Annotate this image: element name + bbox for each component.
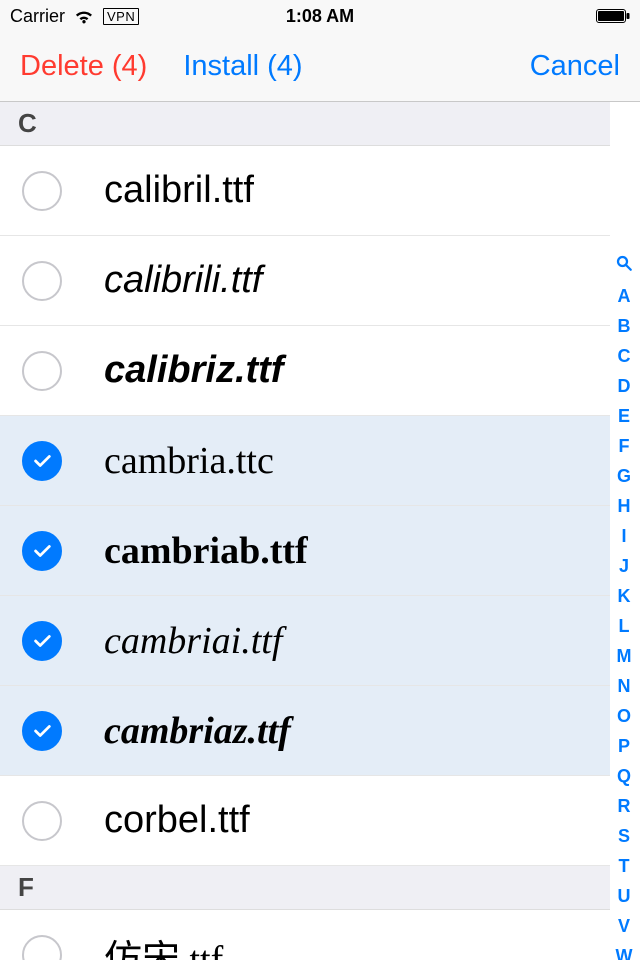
font-name: cambriaz.ttf (104, 709, 291, 753)
vpn-badge: VPN (103, 8, 139, 25)
index-letter[interactable]: O (617, 702, 631, 731)
checkbox-checked[interactable] (22, 711, 62, 751)
list-item[interactable]: calibrili.ttf (0, 236, 610, 326)
battery-icon (596, 9, 630, 23)
wifi-icon (73, 8, 95, 24)
checkbox[interactable] (22, 261, 62, 301)
index-letter[interactable]: P (618, 732, 630, 761)
index-letter[interactable]: E (618, 402, 630, 431)
index-letter[interactable]: T (619, 852, 630, 881)
list-item[interactable]: calibril.ttf (0, 146, 610, 236)
index-letter[interactable]: D (618, 372, 631, 401)
font-name: 仿宋.ttf (104, 928, 223, 960)
list-item[interactable]: 仿宋.ttf (0, 910, 610, 960)
index-letter[interactable]: V (618, 912, 630, 941)
checkbox[interactable] (22, 171, 62, 211)
font-name: calibril.ttf (104, 169, 254, 212)
font-name: cambria.ttc (104, 439, 274, 483)
index-letter[interactable]: C (618, 342, 631, 371)
index-letter[interactable]: F (619, 432, 630, 461)
toolbar: Delete (4) Install (4) Cancel (0, 32, 640, 102)
font-name: cambriab.ttf (104, 529, 308, 573)
carrier-label: Carrier (10, 6, 65, 27)
checkbox-checked[interactable] (22, 441, 62, 481)
index-letter[interactable]: N (618, 672, 631, 701)
index-letter[interactable]: S (618, 822, 630, 851)
font-name: corbel.ttf (104, 799, 250, 842)
index-letter[interactable]: U (618, 882, 631, 911)
section-header-f: F (0, 866, 610, 910)
install-button[interactable]: Install (4) (183, 50, 302, 83)
content: C calibril.ttf calibrili.ttf calibriz.tt… (0, 102, 640, 960)
font-name: calibriz.ttf (104, 349, 283, 392)
list-item[interactable]: cambria.ttc (0, 416, 610, 506)
list-item[interactable]: corbel.ttf (0, 776, 610, 866)
status-bar: Carrier VPN 1:08 AM (0, 0, 640, 32)
checkbox[interactable] (22, 801, 62, 841)
checkbox[interactable] (22, 935, 62, 960)
status-time: 1:08 AM (286, 6, 354, 27)
index-letter[interactable]: J (619, 552, 629, 581)
list-item[interactable]: cambriaz.ttf (0, 686, 610, 776)
delete-button[interactable]: Delete (4) (20, 50, 147, 83)
index-letter[interactable]: H (618, 492, 631, 521)
list-item[interactable]: calibriz.ttf (0, 326, 610, 416)
search-icon[interactable] (615, 252, 633, 281)
font-name: cambriai.ttf (104, 619, 282, 663)
index-letter[interactable]: B (618, 312, 631, 341)
cancel-button[interactable]: Cancel (530, 50, 620, 83)
index-letter[interactable]: I (621, 522, 626, 551)
index-letter[interactable]: Q (617, 762, 631, 791)
checkbox-checked[interactable] (22, 531, 62, 571)
list-item[interactable]: cambriab.ttf (0, 506, 610, 596)
font-list: C calibril.ttf calibrili.ttf calibriz.tt… (0, 102, 610, 960)
checkbox-checked[interactable] (22, 621, 62, 661)
section-header-c: C (0, 102, 610, 146)
index-letter[interactable]: L (619, 612, 630, 641)
list-item[interactable]: cambriai.ttf (0, 596, 610, 686)
checkbox[interactable] (22, 351, 62, 391)
font-name: calibrili.ttf (104, 259, 262, 302)
index-letter[interactable]: G (617, 462, 631, 491)
index-letter[interactable]: W (616, 942, 633, 960)
index-letter[interactable]: M (617, 642, 632, 671)
alphabet-index[interactable]: A B C D E F G H I J K L M N O P Q R S T … (610, 232, 638, 960)
index-letter[interactable]: K (618, 582, 631, 611)
index-letter[interactable]: A (618, 282, 631, 311)
index-letter[interactable]: R (618, 792, 631, 821)
